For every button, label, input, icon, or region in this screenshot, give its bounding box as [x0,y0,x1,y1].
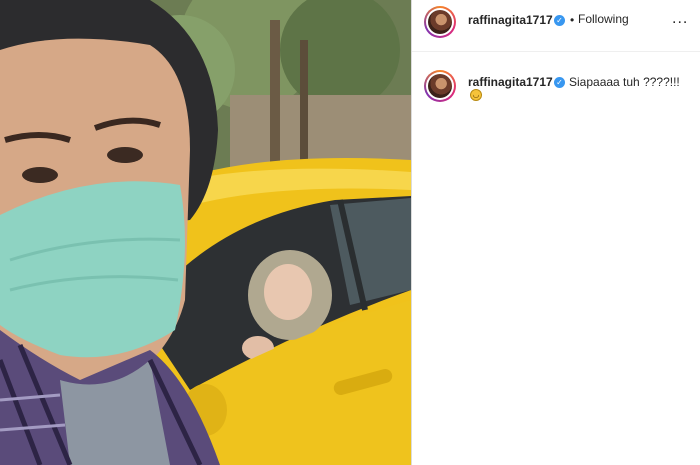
face-mask [0,181,185,358]
video-frame [0,0,411,465]
comment-username[interactable]: raffinagita1717 [468,75,553,89]
more-options-icon[interactable]: ... [672,10,688,28]
comment-avatar[interactable] [424,70,456,102]
post-sidebar: raffinagita1717 ✓ • Following ... raffin… [412,0,700,465]
following-button[interactable]: Following [578,12,629,26]
caption-text: Siapaaaa tuh ????!!! [569,75,680,89]
avatar[interactable] [424,6,456,38]
profile-avatar-icon [428,10,452,34]
verified-badge-icon: ✓ [554,77,565,88]
grinning-squinting-face-emoji-icon: ◡ [470,89,482,101]
passenger-face [264,264,312,320]
separator-dot: • [570,13,575,27]
post-media-video[interactable] [0,0,411,465]
post-username[interactable]: raffinagita1717 [468,13,553,27]
profile-avatar-icon [428,74,452,98]
verified-badge-icon: ✓ [554,15,565,26]
post-header: raffinagita1717 ✓ • Following ... [412,0,700,52]
